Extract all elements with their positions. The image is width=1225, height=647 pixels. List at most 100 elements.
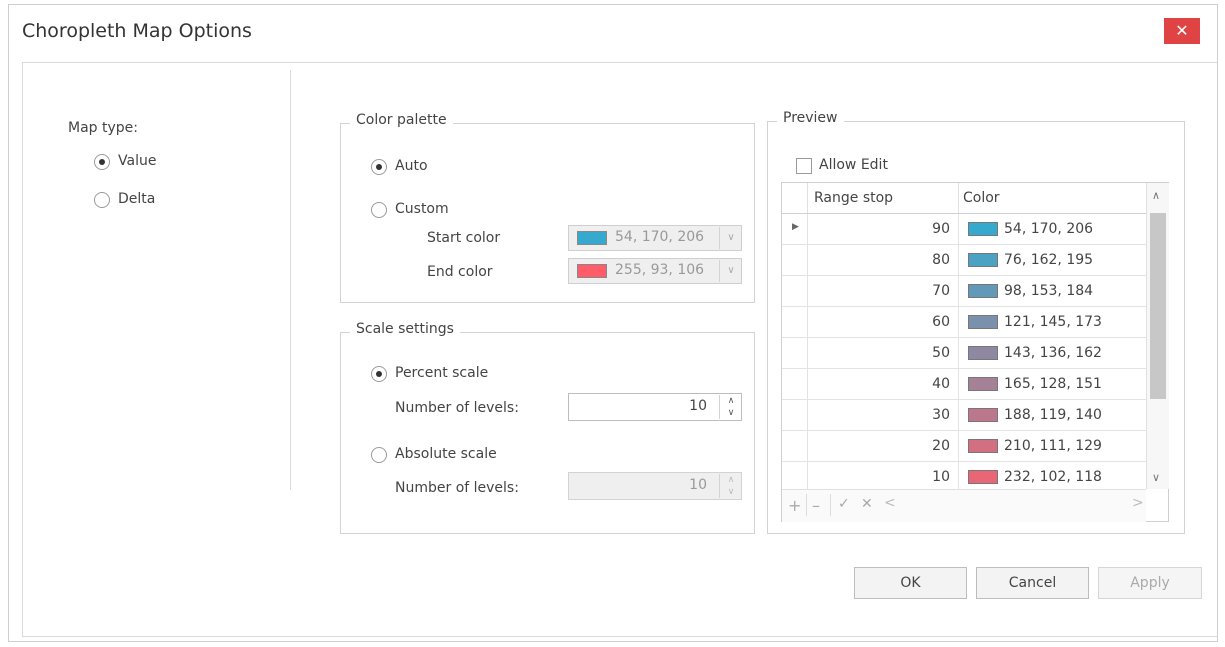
map-type-delta-label[interactable]: Delta — [118, 191, 155, 207]
map-type-value-radio[interactable] — [94, 154, 110, 170]
color-cell[interactable]: 188, 119, 140 — [1004, 407, 1102, 423]
allow-edit-checkbox[interactable] — [796, 158, 812, 174]
scroll-left-icon[interactable]: < — [884, 495, 896, 511]
palette-auto-radio[interactable] — [371, 159, 387, 175]
range-stop-cell[interactable]: 40 — [812, 376, 950, 392]
percent-levels-spinner[interactable]: 10 ∧ ∨ — [568, 393, 742, 421]
spin-buttons[interactable]: ∧ ∨ — [719, 395, 742, 419]
grid-line — [958, 183, 959, 213]
table-row[interactable]: 20 210, 111, 129 — [782, 431, 1146, 462]
color-cell[interactable]: 210, 111, 129 — [1004, 438, 1102, 454]
map-type-delta-radio[interactable] — [94, 192, 110, 208]
grid-line — [807, 276, 808, 307]
preview-grid: Range stop Color ▶ 90 54, 170, 206 80 76, 16… — [781, 182, 1169, 522]
scroll-down-icon[interactable]: ∨ — [1152, 471, 1160, 484]
spin-up-icon[interactable]: ∧ — [720, 395, 742, 407]
scroll-right-icon[interactable]: > — [1132, 495, 1144, 511]
grid-line — [807, 245, 808, 276]
check-icon[interactable]: ✓ — [838, 496, 850, 512]
range-stop-cell[interactable]: 90 — [812, 221, 950, 237]
palette-auto-label[interactable]: Auto — [395, 158, 428, 174]
grid-header: Range stop Color — [782, 183, 1146, 214]
absolute-scale-label[interactable]: Absolute scale — [395, 446, 497, 462]
table-row[interactable]: 60 121, 145, 173 — [782, 307, 1146, 338]
color-cell[interactable]: 143, 136, 162 — [1004, 345, 1102, 361]
color-swatch — [968, 222, 998, 236]
color-swatch — [968, 346, 998, 360]
grid-line — [958, 400, 959, 431]
remove-icon[interactable]: – — [812, 496, 820, 515]
scroll-up-icon[interactable]: ∧ — [1152, 189, 1160, 202]
grid-line — [807, 214, 808, 245]
preview-title: Preview — [777, 110, 844, 126]
table-row[interactable]: 70 98, 153, 184 — [782, 276, 1146, 307]
spin-down-icon[interactable]: ∨ — [720, 407, 742, 419]
allow-edit-label[interactable]: Allow Edit — [819, 157, 888, 173]
col-color[interactable]: Color — [963, 190, 1000, 206]
absolute-levels-label: Number of levels: — [395, 480, 519, 496]
range-stop-cell[interactable]: 30 — [812, 407, 950, 423]
color-swatch — [968, 439, 998, 453]
grid-navigator: + – ✓ ✕ < > — [782, 489, 1146, 522]
col-range-stop[interactable]: Range stop — [814, 190, 893, 206]
absolute-scale-radio[interactable] — [371, 447, 387, 463]
vertical-scrollbar[interactable]: ∧ ∨ — [1146, 183, 1169, 489]
color-swatch — [968, 284, 998, 298]
percent-scale-radio[interactable] — [371, 366, 387, 382]
range-stop-cell[interactable]: 10 — [812, 469, 950, 485]
scrollbar-thumb[interactable] — [1150, 213, 1166, 399]
grid-line — [807, 338, 808, 369]
color-palette-title: Color palette — [350, 112, 453, 128]
cancel-button[interactable]: Cancel — [976, 567, 1089, 599]
table-row[interactable]: 80 76, 162, 195 — [782, 245, 1146, 276]
start-color-label: Start color — [427, 230, 501, 246]
percent-scale-label[interactable]: Percent scale — [395, 365, 488, 381]
map-type-value-label[interactable]: Value — [118, 153, 156, 169]
palette-custom-label[interactable]: Custom — [395, 201, 449, 217]
spin-down-icon[interactable]: ∨ — [720, 486, 742, 498]
absolute-levels-spinner[interactable]: 10 ∧ ∨ — [568, 472, 742, 500]
color-swatch — [968, 315, 998, 329]
table-row[interactable]: 30 188, 119, 140 — [782, 400, 1146, 431]
color-cell[interactable]: 76, 162, 195 — [1004, 252, 1093, 268]
grid-line — [807, 400, 808, 431]
range-stop-cell[interactable]: 60 — [812, 314, 950, 330]
grid-line — [958, 245, 959, 276]
palette-custom-radio[interactable] — [371, 202, 387, 218]
close-button[interactable]: ✕ — [1164, 18, 1200, 44]
color-cell[interactable]: 121, 145, 173 — [1004, 314, 1102, 330]
add-icon[interactable]: + — [788, 496, 801, 515]
range-stop-cell[interactable]: 50 — [812, 345, 950, 361]
cancel-edit-icon[interactable]: ✕ — [861, 496, 873, 512]
start-color-value: 54, 170, 206 — [615, 229, 705, 245]
chevron-down-icon[interactable]: ∨ — [719, 260, 742, 282]
color-cell[interactable]: 54, 170, 206 — [1004, 221, 1093, 237]
ok-button[interactable]: OK — [854, 567, 967, 599]
grid-line — [958, 307, 959, 338]
map-type-label: Map type: — [68, 120, 138, 136]
color-swatch — [968, 470, 998, 484]
range-stop-cell[interactable]: 70 — [812, 283, 950, 299]
end-color-picker[interactable]: 255, 93, 106 ∨ — [568, 258, 742, 284]
range-stop-cell[interactable]: 80 — [812, 252, 950, 268]
range-stop-cell[interactable]: 20 — [812, 438, 950, 454]
table-row[interactable]: 50 143, 136, 162 — [782, 338, 1146, 369]
grid-body: ▶ 90 54, 170, 206 80 76, 162, 195 70 98, 153, … — [782, 214, 1146, 493]
grid-line — [958, 214, 959, 245]
color-cell[interactable]: 98, 153, 184 — [1004, 283, 1093, 299]
spin-buttons[interactable]: ∧ ∨ — [719, 474, 742, 498]
nav-separator — [806, 494, 807, 516]
percent-levels-value[interactable]: 10 — [689, 398, 707, 414]
absolute-levels-value[interactable]: 10 — [689, 477, 707, 493]
table-row[interactable]: 40 165, 128, 151 — [782, 369, 1146, 400]
grid-line — [958, 369, 959, 400]
start-color-picker[interactable]: 54, 170, 206 ∨ — [568, 225, 742, 251]
table-row[interactable]: ▶ 90 54, 170, 206 — [782, 214, 1146, 245]
spin-up-icon[interactable]: ∧ — [720, 474, 742, 486]
end-color-value: 255, 93, 106 — [615, 262, 705, 278]
dialog-title: Choropleth Map Options — [22, 20, 252, 42]
apply-button[interactable]: Apply — [1098, 567, 1202, 599]
chevron-down-icon[interactable]: ∨ — [719, 227, 742, 249]
color-cell[interactable]: 232, 102, 118 — [1004, 469, 1102, 485]
color-cell[interactable]: 165, 128, 151 — [1004, 376, 1102, 392]
